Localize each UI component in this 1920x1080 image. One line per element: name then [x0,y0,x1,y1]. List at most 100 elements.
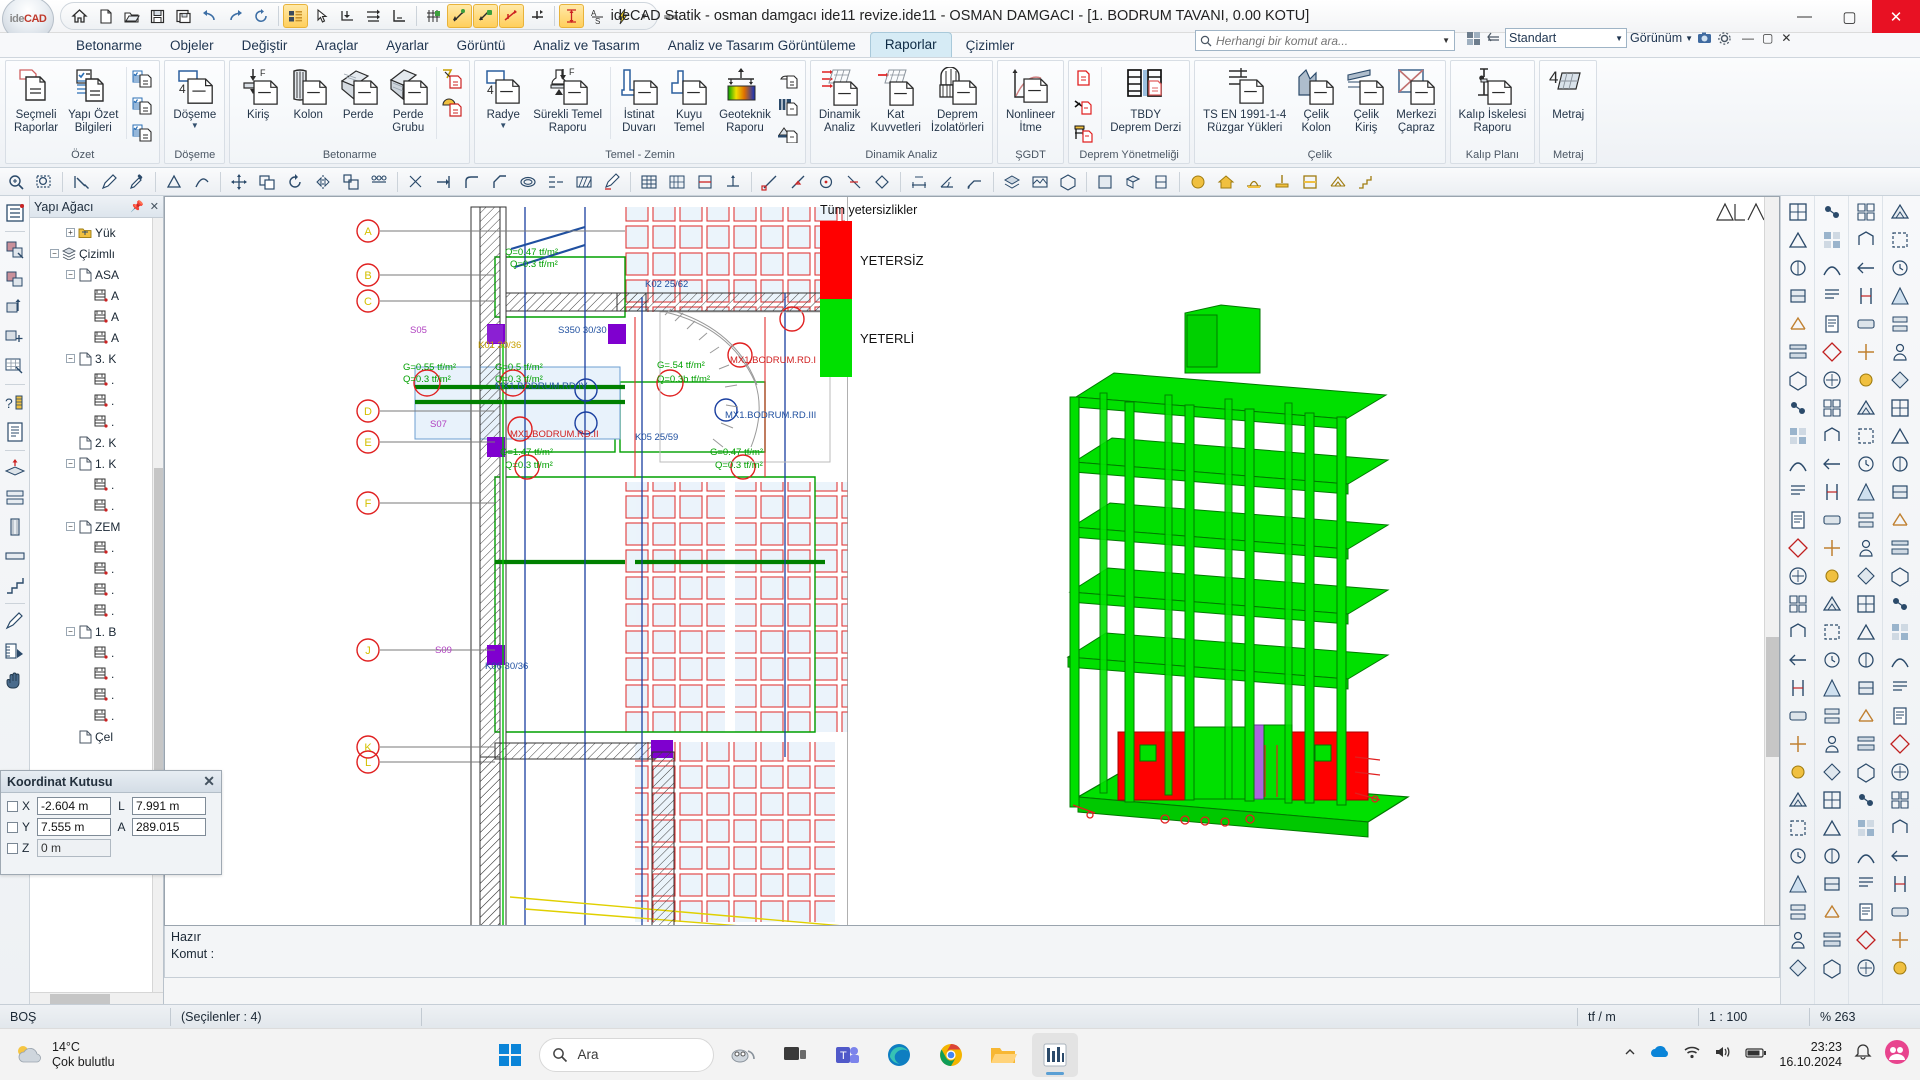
right-rail-tool-icon[interactable] [1818,451,1846,477]
ribbon-small-button-found-b[interactable] [776,93,802,118]
ribbon-button-tbdy-deprem-derzi[interactable]: TBDY Deprem Derzi [1105,63,1186,136]
eyedropper-icon[interactable] [123,169,151,195]
ribbon-button-sürekli-temel-raporu[interactable]: F Sürekli Temel Raporu [528,63,607,136]
right-rail-tool-icon[interactable] [1886,871,1914,897]
slab-tool-icon[interactable] [2,456,28,482]
right-rail-tool-icon[interactable] [1886,479,1914,505]
ribbon-tab-analiz-ve-tasarım[interactable]: Analiz ve Tasarım [519,34,653,57]
right-rail-tool-icon[interactable] [1852,787,1880,813]
right-rail-tool-icon[interactable] [1818,479,1846,505]
extend-icon[interactable] [430,169,458,195]
grid-snap-icon[interactable] [421,4,446,28]
right-rail-tool-icon[interactable] [1784,619,1812,645]
right-rail-tool-icon[interactable] [1852,367,1880,393]
close-icon[interactable]: ✕ [150,200,159,213]
right-rail-tool-icon[interactable] [1818,395,1846,421]
right-rail-tool-icon[interactable] [1818,367,1846,393]
right-rail-tool-icon[interactable] [1852,255,1880,281]
chevron-up-icon[interactable] [1623,1045,1637,1064]
weather-widget[interactable]: 14°C Çok bulutlu [0,1040,215,1070]
ribbon-button-kiriş[interactable]: F Kiriş [233,63,283,124]
idecad-icon[interactable] [1032,1032,1079,1077]
right-rail-tool-icon[interactable] [1886,843,1914,869]
ribbon-button-merkezi-çapraz[interactable]: Merkezi Çapraz [1391,63,1441,136]
ribbon-small-button-report-list-2[interactable] [130,93,156,118]
fillet-icon[interactable] [458,169,486,195]
mdi-close-button[interactable]: ✕ [1781,31,1791,45]
measure-pen-icon[interactable] [67,169,95,195]
right-rail-tool-icon[interactable] [1818,619,1846,645]
right-rail-tool-icon[interactable] [1784,507,1812,533]
right-rail-tool-icon[interactable] [1818,591,1846,617]
right-rail-tool-icon[interactable] [1852,619,1880,645]
battery-icon[interactable] [1745,1046,1767,1064]
coord-z-input[interactable]: 0 m [37,839,111,857]
right-rail-tool-icon[interactable] [1886,955,1914,981]
ribbon-button-döşeme[interactable]: 4 Döşeme ▼ [168,63,221,132]
right-rail-tool-icon[interactable] [1784,423,1812,449]
ribbon-small-button-rebar-report[interactable] [440,66,466,91]
right-rail-tool-icon[interactable] [1784,255,1812,281]
coord-x-checkbox[interactable] [7,800,18,812]
mirror-icon[interactable] [309,169,337,195]
coord-x-input[interactable]: -2.604 m [37,797,111,815]
chevron-down-icon[interactable]: ▼ [499,121,507,130]
offset-icon[interactable] [514,169,542,195]
right-rail-tool-icon[interactable] [1886,535,1914,561]
right-rail-tool-icon[interactable] [1852,927,1880,953]
onedrive-icon[interactable] [1650,1045,1670,1064]
gold-truss-icon[interactable] [1324,169,1352,195]
right-rail-tool-icon[interactable] [1818,647,1846,673]
right-rail-tool-icon[interactable] [1852,311,1880,337]
right-rail-tool-icon[interactable] [1818,899,1846,925]
right-rail-tool-icon[interactable] [1784,731,1812,757]
right-rail-tool-icon[interactable] [1784,843,1812,869]
status-scale[interactable]: 1 : 100 [1699,1005,1809,1029]
pointer-icon[interactable] [309,4,334,28]
tree-node[interactable]: A [30,306,163,327]
stair-tool-icon[interactable] [2,572,28,598]
perp-snap-icon[interactable] [525,4,550,28]
ribbon-button-i-stinat-duvarı[interactable]: İstinat Duvarı [614,63,664,136]
ruler-icon[interactable] [2,638,28,664]
view-grid-icon[interactable] [1465,30,1482,47]
close-button[interactable]: ✕ [1872,0,1920,33]
right-rail-tool-icon[interactable] [1818,339,1846,365]
collapse-icon[interactable]: − [50,249,59,258]
status-zoom[interactable]: % 263 [1810,1005,1920,1029]
coord-l-input[interactable]: 7.991 m [132,797,206,815]
home-icon[interactable] [67,4,92,28]
right-rail-tool-icon[interactable] [1784,283,1812,309]
collapse-icon[interactable]: − [66,459,75,468]
right-rail-tool-icon[interactable] [1818,927,1846,953]
chevron-down-icon[interactable]: ▼ [191,121,199,130]
right-rail-tool-icon[interactable] [1784,815,1812,841]
right-rail-tool-icon[interactable] [1852,535,1880,561]
collapse-icon[interactable]: − [66,522,75,531]
tree-node[interactable]: A [30,327,163,348]
ribbon-tab-raporlar[interactable]: Raporlar [869,32,952,57]
right-rail-tool-icon[interactable] [1784,759,1812,785]
edge-icon[interactable] [876,1033,922,1077]
grid-icon[interactable] [663,169,691,195]
tree-node[interactable]: . [30,537,163,558]
ribbon-small-button-found-a[interactable] [776,66,802,91]
open-folder-icon[interactable] [119,4,144,28]
ribbon-tab-görüntü[interactable]: Görüntü [443,34,520,57]
ribbon-button-dinamik-analiz[interactable]: Dinamik Analiz [814,63,866,136]
scale-icon[interactable] [337,169,365,195]
ribbon-tab-analiz-ve-tasarım-görüntüleme[interactable]: Analiz ve Tasarım Görüntüleme [654,34,870,57]
collapse-icon[interactable]: − [66,627,75,636]
tree-node[interactable]: . [30,684,163,705]
chrome-icon[interactable] [928,1033,974,1077]
search-input[interactable] [1216,33,1431,48]
right-rail-tool-icon[interactable] [1852,759,1880,785]
right-rail-tool-icon[interactable] [1886,927,1914,953]
tree-node[interactable]: − ZEM [30,516,163,537]
right-rail-tool-icon[interactable] [1886,451,1914,477]
right-rail-tool-icon[interactable] [1818,955,1846,981]
query-icon[interactable]: ? [2,390,28,416]
tree-node[interactable]: . [30,474,163,495]
undo-icon[interactable] [197,4,222,28]
gold-house-icon[interactable] [1212,169,1240,195]
